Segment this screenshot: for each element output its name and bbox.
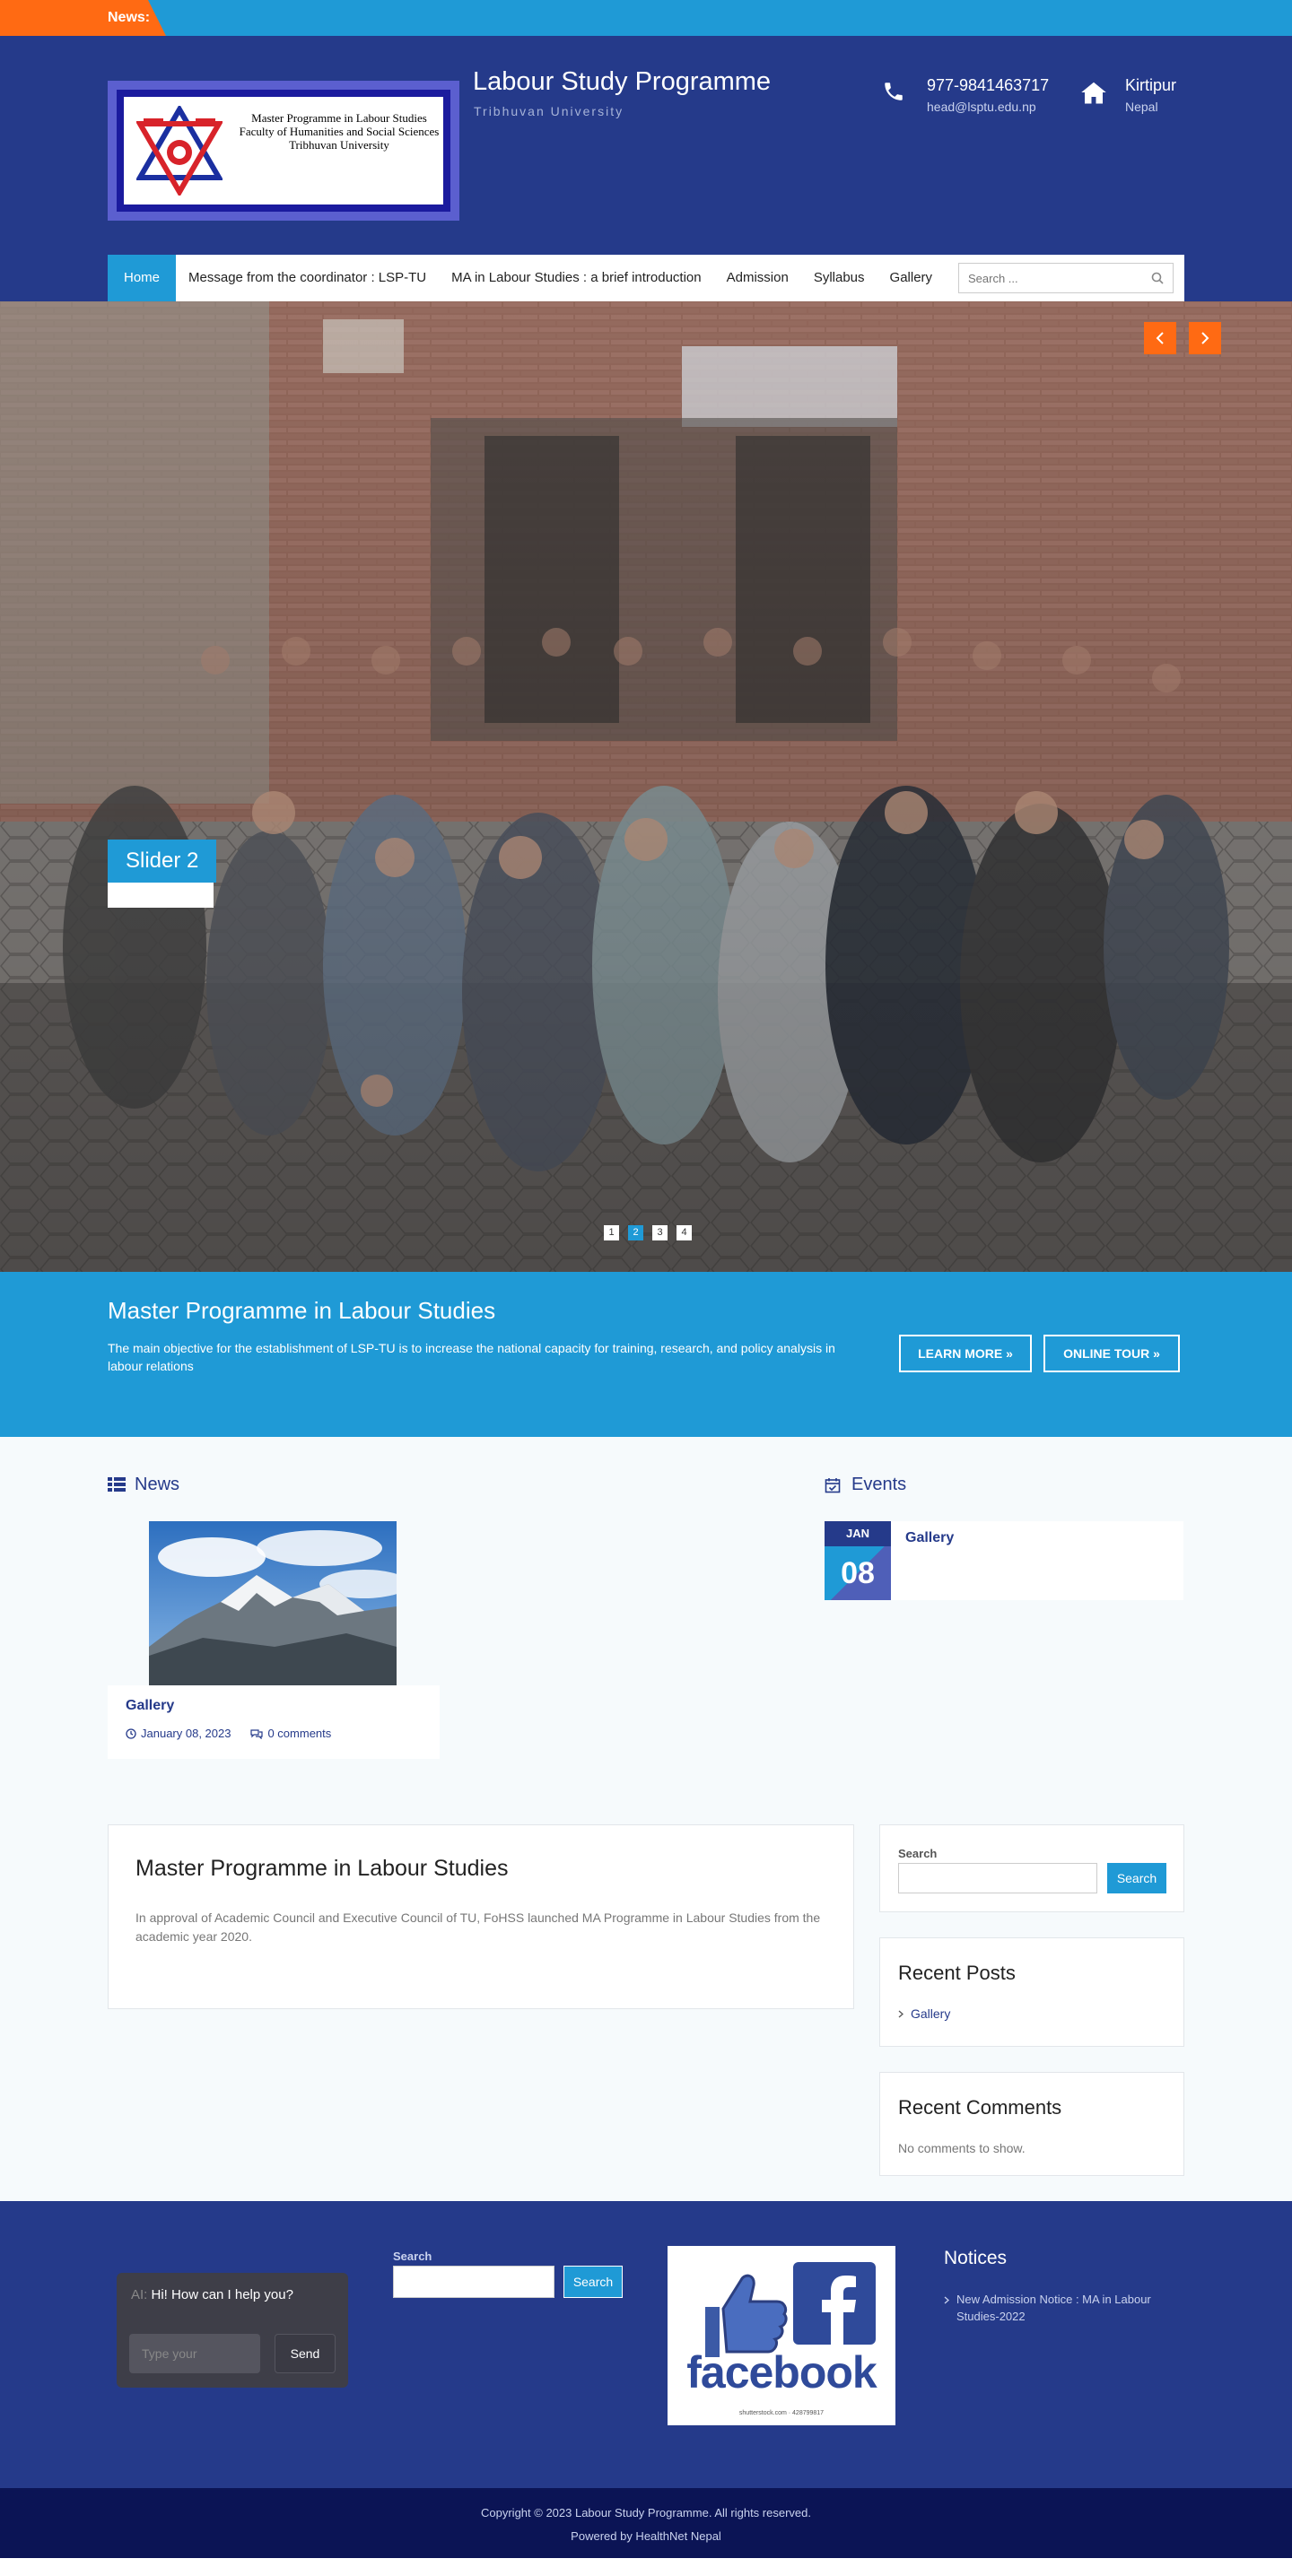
slider-dot-2[interactable]: 2	[628, 1225, 643, 1240]
grid-icon	[108, 1477, 126, 1492]
ticker-label: News:	[0, 0, 166, 36]
chevron-left-icon	[1156, 332, 1164, 344]
site-footer: AI: Hi! How can I help you? Type your Se…	[0, 2201, 1292, 2488]
location-country: Nepal	[1125, 100, 1158, 114]
nav-search-input[interactable]	[959, 264, 1173, 292]
copyright-bar: Copyright © 2023 Labour Study Programme.…	[0, 2488, 1292, 2558]
notice-item[interactable]: New Admission Notice : MA in Labour Stud…	[944, 2291, 1168, 2325]
email-address[interactable]: head@lsptu.edu.np	[927, 100, 1036, 114]
news-comments[interactable]: 0 comments	[250, 1727, 331, 1740]
slider-prev-button[interactable]	[1144, 322, 1176, 354]
intro-band: Master Programme in Labour Studies The m…	[0, 1272, 1292, 1437]
news-thumbnail[interactable]	[149, 1521, 397, 1685]
notices-title: Notices	[944, 2248, 1008, 2268]
slider-dot-4[interactable]: 4	[677, 1225, 692, 1240]
no-comments-text: No comments to show.	[898, 2141, 1026, 2155]
calendar-check-icon	[825, 1478, 841, 1493]
nav-ma-introduction[interactable]: MA in Labour Studies : a brief introduct…	[439, 255, 714, 301]
news-date[interactable]: January 08, 2023	[126, 1727, 231, 1740]
location-city: Kirtipur	[1125, 76, 1177, 94]
site-subtitle: Tribhuvan University	[474, 104, 624, 118]
sidebar-search-input[interactable]	[898, 1863, 1097, 1893]
learn-more-button[interactable]: LEARN MORE »	[899, 1335, 1032, 1372]
chat-widget: AI: Hi! How can I help you? Type your Se…	[117, 2273, 348, 2388]
chat-message: AI: Hi! How can I help you?	[131, 2287, 293, 2302]
comments-icon	[250, 1728, 264, 1739]
slide-photo	[0, 301, 1292, 1272]
event-day: 08	[825, 1546, 891, 1600]
home-icon	[1081, 82, 1106, 104]
search-icon[interactable]	[1151, 272, 1164, 284]
recent-comments-widget: Recent Comments No comments to show.	[879, 2072, 1184, 2176]
chevron-right-icon	[898, 2010, 904, 2017]
recent-posts-title: Recent Posts	[898, 1962, 1016, 1984]
site-logo[interactable]: Master Programme in Labour Studies Facul…	[108, 81, 459, 221]
slider-next-button[interactable]	[1189, 322, 1221, 354]
event-date: JAN 08	[825, 1521, 891, 1600]
article-body: In approval of Academic Council and Exec…	[135, 1910, 821, 1944]
slide-caption: Slider 2	[108, 840, 217, 908]
phone-icon	[885, 83, 903, 100]
clock-icon	[126, 1727, 136, 1739]
sidebar-search-widget: Search Search	[879, 1824, 1184, 1912]
nav-message-coordinator[interactable]: Message from the coordinator : LSP-TU	[176, 255, 439, 301]
site-title[interactable]: Labour Study Programme	[473, 67, 771, 97]
intro-title: Master Programme in Labour Studies	[108, 1297, 496, 1324]
nav-admission[interactable]: Admission	[714, 255, 801, 301]
event-item[interactable]: JAN 08 Gallery	[825, 1521, 1183, 1600]
sidebar-search-label: Search	[898, 1847, 938, 1860]
event-title[interactable]: Gallery	[905, 1530, 954, 1546]
article-title: Master Programme in Labour Studies	[135, 1856, 509, 1881]
nav-search	[958, 263, 1174, 293]
page-bottom	[0, 2558, 1292, 2576]
event-month: JAN	[825, 1521, 891, 1546]
footer-search-input[interactable]	[393, 2266, 554, 2298]
logo-text: Master Programme in Labour Studies Facul…	[239, 111, 440, 152]
tu-emblem-icon	[136, 106, 223, 196]
chevron-right-icon	[1201, 332, 1209, 344]
chat-input[interactable]: Type your	[129, 2334, 260, 2373]
nav-gallery[interactable]: Gallery	[877, 255, 946, 301]
news-item-title[interactable]: Gallery	[126, 1698, 174, 1714]
intro-text: The main objective for the establishment…	[108, 1341, 835, 1373]
copyright-text: Copyright © 2023 Labour Study Programme.…	[481, 2506, 811, 2519]
facebook-word: facebook	[686, 2347, 877, 2398]
notices-widget: Notices New Admission Notice : MA in Lab…	[944, 2248, 1151, 2323]
powered-by-text[interactable]: Powered by HealthNet Nepal	[0, 2529, 1292, 2543]
nav-home[interactable]: Home	[108, 255, 177, 301]
footer-search-label: Search	[393, 2250, 432, 2263]
facebook-credit: shutterstock.com · 428799817	[738, 2410, 825, 2416]
chat-send-button[interactable]: Send	[275, 2334, 336, 2373]
slide-caption-bar	[108, 883, 214, 908]
main-article: Master Programme in Labour Studies In ap…	[108, 1824, 854, 2009]
slider-dots: 1 2 3 4	[604, 1225, 692, 1240]
slider-dot-1[interactable]: 1	[604, 1225, 619, 1240]
facebook-like-icon	[668, 2246, 895, 2425]
recent-comments-title: Recent Comments	[898, 2096, 1062, 2119]
slider-dot-3[interactable]: 3	[652, 1225, 668, 1240]
facebook-banner[interactable]: facebook shutterstock.com · 428799817	[668, 2246, 895, 2425]
footer-search-button[interactable]: Search	[563, 2266, 623, 2298]
sidebar-search-button[interactable]: Search	[1107, 1863, 1166, 1893]
chevron-right-icon	[944, 2296, 949, 2304]
recent-post-item[interactable]: Gallery	[898, 2006, 950, 2021]
slide-title: Slider 2	[108, 840, 217, 883]
recent-posts-widget: Recent Posts Gallery	[879, 1937, 1184, 2047]
online-tour-button[interactable]: ONLINE TOUR »	[1043, 1335, 1180, 1372]
phone-number[interactable]: 977-9841463717	[927, 76, 1049, 95]
main-nav: Home Message from the coordinator : LSP-…	[108, 255, 1184, 301]
news-card[interactable]: Gallery January 08, 2023 0 comments	[108, 1521, 440, 1763]
nav-syllabus[interactable]: Syllabus	[801, 255, 877, 301]
hero-slider: Slider 2 1 2 3 4	[0, 301, 1292, 1272]
news-ticker: News:	[0, 0, 1292, 36]
